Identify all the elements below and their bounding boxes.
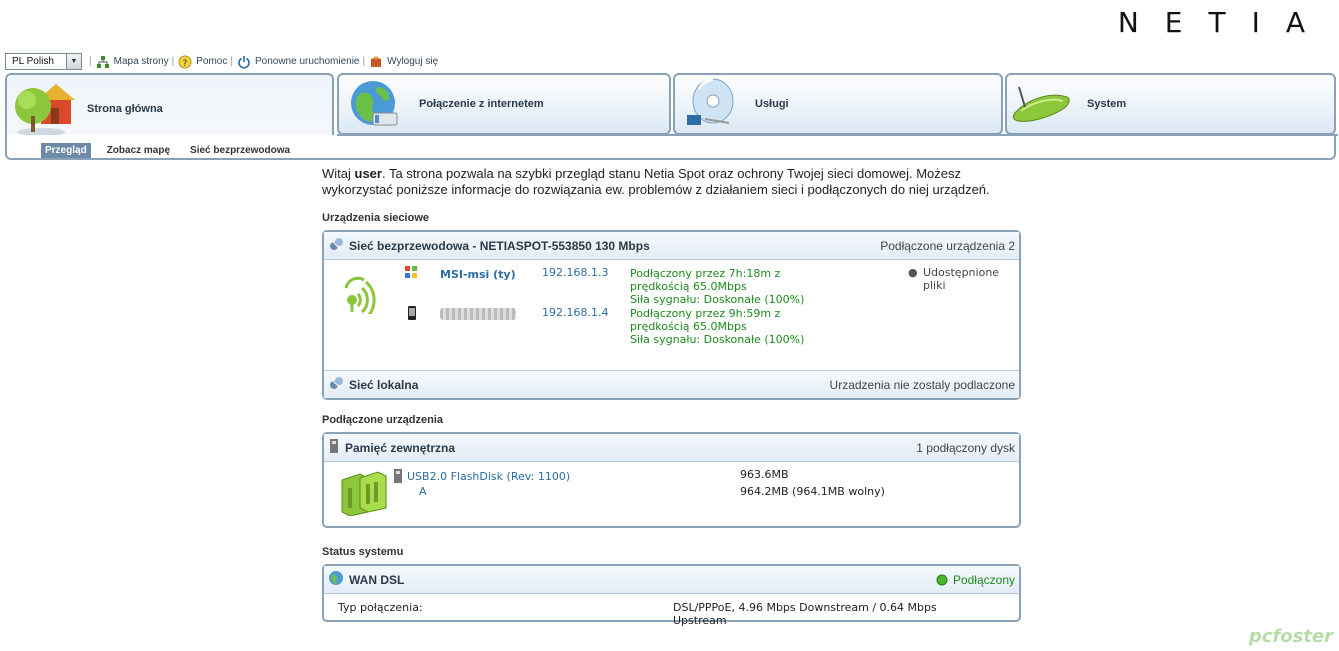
disk-name[interactable]: USB2.0 FlashDisk (Rev: 1100) <box>407 470 570 483</box>
wan-title: WAN DSL <box>349 572 405 587</box>
intro-username: user <box>354 166 382 181</box>
device-status-line: Siła sygnału: Doskonałe (100%) <box>630 293 805 306</box>
device-name[interactable]: MSI-msi (ty) <box>440 268 516 281</box>
tab-system-label: System <box>1087 98 1127 110</box>
help-link[interactable]: ? Pomoc <box>177 54 227 70</box>
shared-files-label[interactable]: Udostępnione pliki <box>923 266 1011 292</box>
watermark: pcfoster <box>1248 626 1333 647</box>
conn-type-value: Upstream <box>673 614 727 627</box>
section-network-devices: Urządzenia sieciowe <box>322 212 429 224</box>
netia-logo: NETIA <box>1117 6 1331 39</box>
storage-panel: Pamięć zewnętrzna 1 podłączony dysk USB2… <box>322 432 1021 528</box>
subnav-overview[interactable]: Przegląd <box>41 143 91 158</box>
tab-home-label: Strona główna <box>87 103 163 115</box>
home-icon <box>11 80 75 138</box>
tab-home[interactable]: Strona główna <box>5 73 334 143</box>
tab-services-label: Usługi <box>755 98 789 110</box>
conn-type-value: DSL/PPPoE, 4.96 Mbps Downstream / 0.64 M… <box>673 601 937 614</box>
wan-status: Podłączony <box>936 573 1015 587</box>
usb-drive-icon <box>328 438 340 457</box>
device-status-line: Siła sygnału: Doskonałe (100%) <box>630 333 805 346</box>
network-icon <box>328 375 344 394</box>
intro-text: Witaj user. Ta strona pozwala na szybki … <box>322 166 990 197</box>
main-content: Witaj user. Ta strona pozwala na szybki … <box>322 166 1022 627</box>
svg-text:?: ? <box>183 59 188 69</box>
disk-stack-icon <box>338 468 388 519</box>
wan-header[interactable]: WAN DSL Podłączony <box>324 566 1019 594</box>
sitemap-link[interactable]: Mapa strony <box>95 54 169 70</box>
phone-icon <box>408 306 416 323</box>
wan-status-label: Podłączony <box>952 572 1015 587</box>
disk-free: 964.2MB (964.1MB wolny) <box>740 485 885 498</box>
wan-body: Typ połączenia: DSL/PPPoE, 4.96 Mbps Dow… <box>324 594 1019 627</box>
help-icon: ? <box>177 54 193 70</box>
storage-header[interactable]: Pamięć zewnętrzna 1 podłączony dysk <box>324 434 1019 462</box>
wan-panel: WAN DSL Podłączony Typ połączenia: DSL/P… <box>322 564 1021 627</box>
language-select[interactable]: PL Polish ▼ <box>5 53 82 70</box>
windows-icon <box>404 265 418 282</box>
partition-label[interactable]: A <box>419 485 427 498</box>
device-status-line: prędkością 65.0Mbps <box>630 320 747 333</box>
device-status-line: Podłączony przez 7h:18m z <box>630 267 781 280</box>
main-tabs: Strona główna Połączenie z internetem Us… <box>5 73 1336 143</box>
wireless-title: Sieć bezprzewodowa - NETIASPOT-553850 13… <box>349 238 650 253</box>
blurred-device-name <box>440 308 516 320</box>
subnav-wireless[interactable]: Sieć bezprzewodowa <box>186 143 294 158</box>
sitemap-icon <box>95 54 111 70</box>
lan-title: Sieć lokalna <box>349 377 419 392</box>
disk-size: 963.6MB <box>740 468 789 481</box>
lan-status: Urzadzenia nie zostaly podlaczone <box>829 377 1015 392</box>
help-label: Pomoc <box>196 56 228 67</box>
network-devices-panel: Sieć bezprzewodowa - NETIASPOT-553850 13… <box>322 230 1021 400</box>
tab-system[interactable]: System <box>1005 73 1336 135</box>
status-ok-icon <box>936 574 948 585</box>
sitemap-label: Mapa strony <box>113 56 169 67</box>
storage-title: Pamięć zewnętrzna <box>345 440 456 455</box>
network-icon <box>328 236 344 255</box>
wireless-devices: MSI-msi (ty) 192.168.1.3 Podłączony prze… <box>324 260 1019 370</box>
device-status-line: Podłączony przez 9h:59m z <box>630 307 781 320</box>
conn-type-label: Typ połączenia: <box>338 601 423 614</box>
device-ip: 192.168.1.4 <box>542 306 609 319</box>
logout-label: Wyloguj się <box>387 56 439 67</box>
globe-icon <box>328 570 344 589</box>
power-icon <box>236 54 252 70</box>
device-status-line: prędkością 65.0Mbps <box>630 280 747 293</box>
globe-icon <box>343 75 407 133</box>
restart-label: Ponowne uruchomienie <box>254 56 360 67</box>
storage-count: 1 podłączony dysk <box>916 440 1015 455</box>
tab-internet[interactable]: Połączenie z internetem <box>337 73 671 135</box>
section-connected-devices: Podłączone urządzenia <box>322 414 444 426</box>
sub-navigation: Przegląd Zobacz mapę Sieć bezprzewodowa <box>5 134 1338 160</box>
device-ip: 192.168.1.3 <box>542 266 609 279</box>
subnav-map[interactable]: Zobacz mapę <box>103 143 174 158</box>
wireless-count: Podłączone urządzenia 2 <box>880 238 1015 253</box>
restart-link[interactable]: Ponowne uruchomienie <box>236 54 360 70</box>
tab-internet-label: Połączenie z internetem <box>419 98 544 110</box>
services-disc-icon <box>679 75 743 133</box>
storage-body: USB2.0 FlashDisk (Rev: 1100) A 963.6MB 9… <box>324 462 1019 526</box>
bullet-icon: ● <box>908 266 918 279</box>
usb-drive-icon <box>392 468 404 487</box>
wireless-header[interactable]: Sieć bezprzewodowa - NETIASPOT-553850 13… <box>324 232 1019 260</box>
wifi-signal-icon <box>342 266 386 320</box>
chevron-down-icon[interactable]: ▼ <box>66 54 81 69</box>
top-toolbar: PL Polish ▼ | Mapa strony | ? Pomoc | Po… <box>5 53 438 70</box>
section-system-status: Status systemu <box>322 546 404 558</box>
router-icon <box>1011 75 1075 133</box>
language-value: PL Polish <box>12 56 54 67</box>
lan-header[interactable]: Sieć lokalna Urzadzenia nie zostaly podl… <box>324 370 1019 398</box>
tab-services[interactable]: Usługi <box>673 73 1003 135</box>
logout-link[interactable]: Wyloguj się <box>368 54 438 70</box>
logout-icon <box>368 54 384 70</box>
